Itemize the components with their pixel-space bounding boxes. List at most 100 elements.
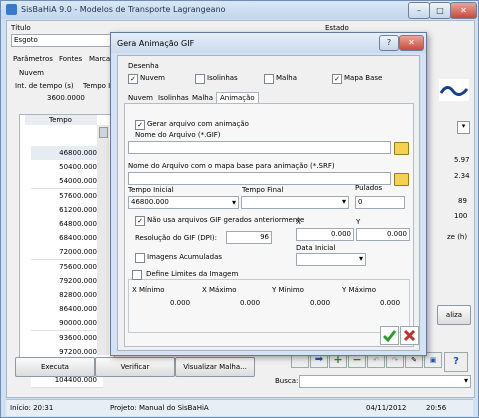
visualizar-malha-button[interactable]: Visualizar Malha...	[175, 357, 255, 377]
y-input[interactable]: 0.000	[356, 228, 410, 241]
nome-arquivo-input[interactable]	[128, 141, 391, 154]
table-row[interactable]: 46800.000	[31, 146, 103, 161]
tempo-cell: 50400.000	[59, 163, 97, 172]
close-window-button[interactable]: ✕	[450, 2, 477, 19]
limite-label-1: X Máximo	[202, 286, 237, 294]
status-data: 04/11/2012	[366, 404, 407, 412]
right-dropdown[interactable]: ▾	[457, 121, 470, 134]
tempo-cell: 86400.000	[59, 305, 97, 314]
app-icon	[6, 4, 17, 15]
dialog-title: Gera Animação GIF	[117, 39, 195, 48]
desenha-label-2: Malha	[276, 74, 297, 82]
grid-scrollbar[interactable]	[97, 125, 109, 355]
desenha-checkbox-mapa-base[interactable]: ✓	[332, 74, 342, 84]
tempo-cell: 46800.000	[59, 149, 97, 157]
desenha-checkbox-nuvem[interactable]: ✓	[128, 74, 138, 84]
status-inicio: Início: 20:31	[10, 404, 54, 412]
desenha-checkbox-malha[interactable]	[264, 74, 274, 84]
y-label: Y	[356, 218, 361, 226]
tempo-cell: 79200.000	[59, 276, 97, 285]
dialog-help-button[interactable]: ?	[379, 35, 399, 51]
app-title: SisBaHiA 9.0 - Modelos de Transporte Lag…	[21, 5, 226, 14]
ok-button[interactable]	[380, 326, 399, 345]
desenha-label-1: Isolinhas	[207, 74, 238, 82]
tempo-header-cell: Tempo	[25, 115, 97, 125]
tab-animacao[interactable]: Animação	[216, 92, 259, 103]
imagens-acum-label: Imagens Acumuladas	[147, 253, 223, 261]
resolucao-label: Resolução do GIF (DPI):	[135, 234, 218, 242]
int-tempo-label: Int. de tempo (s)	[15, 82, 74, 90]
table-row[interactable]: 57600.000	[31, 188, 103, 204]
tempo-cell: 93600.000	[59, 333, 97, 342]
minimize-button[interactable]: –	[408, 2, 430, 19]
pulados-input[interactable]: 0	[355, 196, 405, 209]
imagens-acum-checkbox[interactable]	[135, 253, 145, 263]
tempo-cell: 72000.000	[59, 248, 97, 257]
tab-fontes[interactable]: Fontes	[59, 55, 82, 63]
table-row[interactable]: 61200.000	[31, 202, 103, 218]
right-value-5: ze (h)	[447, 233, 468, 241]
right-value-1: 5.97	[454, 156, 470, 164]
folder-open-icon[interactable]	[394, 173, 409, 186]
tempo-cell: 57600.000	[59, 191, 97, 200]
titulo-input[interactable]: Esgoto	[11, 34, 115, 47]
tab-malha[interactable]: Malha	[192, 94, 213, 102]
x-label: X	[296, 218, 301, 226]
maximize-button[interactable]: □	[429, 2, 451, 19]
executa-button[interactable]: Executa	[15, 357, 95, 377]
limite-value-3: 0.000	[380, 299, 401, 307]
nao-usa-label: Não usa arquivos GIF gerados anteriormen…	[147, 216, 305, 224]
nao-usa-checkbox[interactable]: ✓	[135, 216, 145, 226]
tab-nuvem[interactable]: Nuvem	[128, 94, 153, 102]
table-row[interactable]: 64800.000	[31, 217, 103, 232]
gerar-checkbox[interactable]: ✓	[135, 120, 145, 130]
gerar-label: Gerar arquivo com animação	[147, 120, 249, 128]
resolucao-input[interactable]: 96	[226, 231, 272, 244]
tempo-cell: 97200.000	[59, 347, 97, 356]
cancel-button[interactable]	[400, 326, 419, 345]
pulados-label: Pulados	[355, 184, 383, 192]
dialog-title-bar: Gera Animação GIF ? ✕	[111, 33, 426, 53]
desenha-checkbox-isolinhas[interactable]	[195, 74, 205, 84]
folder-open-icon[interactable]	[394, 142, 409, 155]
table-row[interactable]: 93600.000	[31, 330, 103, 346]
scrollbar-thumb[interactable]	[99, 127, 108, 138]
data-inicial-select[interactable]	[296, 253, 366, 266]
tab-isolinhas[interactable]: Isolinhas	[158, 94, 189, 102]
table-row[interactable]: 75600.000	[31, 259, 103, 275]
limite-label-0: X Mínimo	[132, 286, 165, 294]
atualiza-button[interactable]: aliza	[437, 305, 471, 325]
verificar-button[interactable]: Verificar	[95, 357, 175, 377]
tempo-final-select[interactable]	[241, 196, 349, 209]
table-row[interactable]: 68400.000	[31, 231, 103, 247]
tempo-inicial-label: Tempo Inicial	[128, 186, 174, 194]
table-row[interactable]: 82800.000	[31, 288, 103, 303]
define-limites-checkbox[interactable]	[132, 270, 142, 280]
table-row[interactable]: 79200.000	[31, 273, 103, 289]
tab-parametros[interactable]: Parâmetros	[13, 55, 53, 63]
table-row[interactable]: 90000.000	[31, 316, 103, 332]
table-row[interactable]: 86400.000	[31, 302, 103, 318]
nome-mapa-input[interactable]	[128, 172, 391, 185]
limite-label-2: Y Mínimo	[272, 286, 304, 294]
right-value-4: 100	[454, 212, 468, 220]
tempo-cell: 61200.000	[59, 205, 97, 214]
dialog-close-button[interactable]: ✕	[399, 35, 424, 51]
help-icon[interactable]: ?	[444, 352, 468, 372]
right-value-2: 2.34	[454, 172, 470, 180]
table-row[interactable]: 54000.000	[31, 174, 103, 190]
limite-value-0: 0.000	[170, 299, 191, 307]
dialog-body: Desenha ✓ Nuvem Isolinhas Malha ✓ Mapa Base N…	[117, 55, 420, 351]
x-input[interactable]: 0.000	[296, 228, 354, 241]
right-value-3: 89	[458, 197, 467, 205]
data-inicial-label: Data Inicial	[296, 244, 336, 252]
desenha-label: Desenha	[128, 62, 159, 70]
status-bar: Início: 20:31 Projeto: Manual do SisBaHi…	[6, 399, 473, 416]
table-row[interactable]: 50400.000	[31, 160, 103, 176]
desenha-label-0: Nuvem	[140, 74, 165, 82]
desenha-label-3: Mapa Base	[344, 74, 383, 82]
busca-input[interactable]: ▾	[299, 375, 471, 388]
table-row[interactable]: 72000.000	[31, 245, 103, 261]
tempo-inicial-select[interactable]: 46800.000	[128, 196, 239, 209]
tempo-cell: 64800.000	[59, 220, 97, 228]
